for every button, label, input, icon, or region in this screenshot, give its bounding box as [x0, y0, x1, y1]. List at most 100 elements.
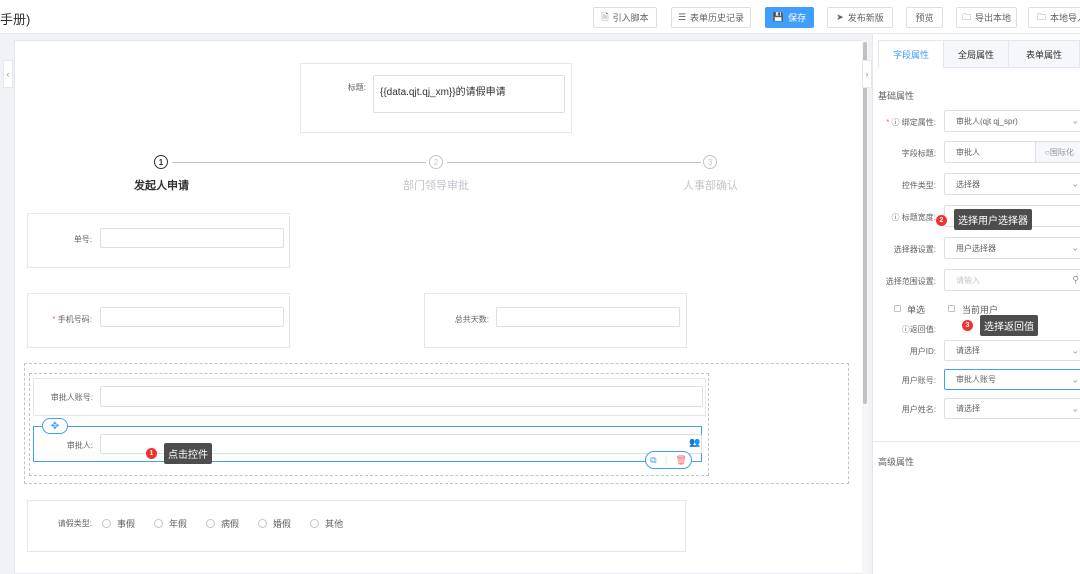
annotation-tooltip-2: 选择用户选择器 — [954, 209, 1032, 230]
title-width-label: ⓘ 标题宽度: — [891, 213, 936, 222]
copy-icon[interactable]: ⧉ — [650, 455, 656, 466]
tab-global-properties[interactable]: 全局属性 — [943, 40, 1009, 68]
user-id-select[interactable]: 请选择 ⌄ — [944, 340, 1080, 361]
scope-input[interactable]: 请输入 ⚲ — [944, 269, 1080, 291]
leave-type-option-label: 病假 — [221, 518, 240, 529]
user-icon: ⚲ — [1072, 274, 1079, 285]
user-name-select[interactable]: 请选择 ⌄ — [944, 398, 1080, 419]
leave-type-option-label: 其他 — [325, 518, 344, 529]
save-button[interactable]: 💾 保存 — [765, 7, 814, 28]
field-title-input[interactable]: 审批人 — [944, 141, 1036, 163]
step-2-circle: 2 — [429, 155, 443, 169]
leave-type-option[interactable]: 病假 — [206, 517, 239, 530]
approver-label: 审批人: — [66, 441, 93, 450]
users-icon[interactable]: 👥 — [689, 437, 700, 448]
i18n-button[interactable]: ○ 国际化 — [1035, 141, 1080, 163]
chevron-down-icon: ⌄ — [1071, 403, 1079, 413]
current-user-checkbox[interactable] — [948, 305, 955, 312]
approver-account-input[interactable] — [100, 386, 703, 407]
radio-button[interactable] — [154, 518, 164, 528]
leave-type-option[interactable]: 婚假 — [258, 517, 291, 530]
delete-icon[interactable]: 🗑 — [675, 455, 686, 466]
radio-button[interactable] — [310, 518, 320, 528]
field-title-label: 字段标题: — [901, 149, 936, 158]
leave-type-option-label: 事假 — [117, 518, 136, 529]
annotation-badge-3: 3 — [962, 320, 973, 331]
bind-attr-select[interactable]: 审批人(qjt qj_spr) ⌄ — [944, 110, 1080, 132]
leave-type-label: 请假类型: — [57, 519, 92, 528]
move-icon: ✥ — [50, 420, 60, 432]
field-actions: ⧉ | 🗑 — [645, 451, 692, 469]
phone-label: * 手机号码: — [52, 315, 92, 324]
help-icon: ⓘ — [891, 213, 900, 222]
chevron-right-icon: › — [865, 69, 869, 79]
step-1-circle: 1 — [154, 155, 168, 169]
advanced-section-title: 高级属性 — [878, 457, 915, 467]
folder-icon: 🗀 — [961, 11, 971, 22]
leave-type-option[interactable]: 年假 — [154, 517, 187, 530]
chevron-down-icon: ⌄ — [1071, 242, 1079, 253]
leave-type-radio-group: 事假 年假 病假 婚假 其他 — [102, 517, 362, 529]
user-account-label: 用户账号: — [901, 376, 936, 385]
chevron-down-icon: ⌄ — [1071, 374, 1079, 384]
annotation-badge-1: 1 — [146, 448, 157, 459]
step-1-label: 发起人申请 — [134, 180, 189, 192]
order-no-input[interactable] — [100, 228, 284, 248]
publish-button[interactable]: ➤ 发布新版 — [827, 7, 893, 28]
export-local-button[interactable]: 🗀 导出本地 — [956, 7, 1017, 28]
drag-move-handle[interactable]: ✥ — [42, 418, 68, 434]
scope-label: 选择范围设置: — [885, 277, 936, 286]
collapse-left-button[interactable]: ‹ — [3, 60, 13, 88]
bind-attr-label: * ⓘ 绑定属性: — [886, 118, 936, 127]
help-icon: ⓘ — [901, 325, 910, 334]
annotation-tooltip-3: 选择返回值 — [980, 315, 1038, 336]
collapse-right-button[interactable]: › — [862, 60, 872, 88]
phone-input[interactable] — [100, 307, 284, 327]
order-no-label: 单号: — [73, 235, 92, 244]
user-account-select[interactable]: 审批人账号 ⌄ — [944, 369, 1080, 390]
total-days-input[interactable] — [496, 307, 680, 327]
step-2-label: 部门领导审批 — [403, 180, 469, 192]
list-icon: ☰ — [677, 12, 687, 22]
return-value-label: ⓘ返回值: — [901, 325, 936, 334]
title-input[interactable]: {{data.qjt.qj_xm}}的请假申请 — [373, 75, 565, 113]
divider — [872, 441, 1080, 442]
step-3-label: 人事部确认 — [683, 180, 738, 192]
import-script-button[interactable]: 🗎 引入脚本 — [593, 7, 657, 28]
folder-icon: 🗀 — [1037, 11, 1047, 22]
chevron-down-icon: ⌄ — [1071, 178, 1079, 189]
step-connector — [447, 162, 701, 163]
import-local-button[interactable]: 🗀 本地导入 — [1028, 7, 1080, 28]
control-type-label: 控件类型: — [901, 181, 936, 190]
chevron-left-icon: ‹ — [6, 69, 10, 79]
radio-button[interactable] — [258, 518, 268, 528]
tab-field-properties[interactable]: 字段属性 — [878, 40, 944, 68]
canvas-scrollbar-thumb[interactable] — [863, 42, 867, 404]
radio-button[interactable] — [206, 518, 216, 528]
preview-button[interactable]: 预览 — [906, 7, 943, 28]
selector-setting-label: 选择器设置: — [893, 245, 936, 254]
divider: | — [664, 455, 668, 465]
leave-type-option-label: 年假 — [169, 518, 188, 529]
control-type-select[interactable]: 选择器 ⌄ — [944, 173, 1080, 195]
tab-form-properties[interactable]: 表单属性 — [1008, 40, 1080, 68]
save-icon: 💾 — [772, 12, 785, 22]
help-icon: ⓘ — [891, 118, 900, 127]
leave-type-option-label: 婚假 — [273, 518, 292, 529]
chevron-down-icon: ⌄ — [1071, 345, 1079, 355]
single-select-label: 单选 — [907, 305, 926, 315]
step-3-circle: 3 — [703, 155, 717, 169]
basic-section-title: 基础属性 — [878, 91, 915, 101]
form-history-button[interactable]: ☰ 表单历史记录 — [671, 7, 751, 28]
leave-type-option[interactable]: 事假 — [102, 517, 135, 530]
chevron-down-icon: ⌄ — [1071, 115, 1079, 126]
selector-setting-select[interactable]: 用户选择器 ⌄ — [944, 237, 1080, 259]
approver-account-label: 审批人账号: — [50, 393, 93, 402]
step-connector — [172, 162, 426, 163]
leave-type-option[interactable]: 其他 — [310, 517, 343, 530]
user-name-label: 用户姓名: — [901, 405, 936, 414]
single-select-checkbox[interactable] — [894, 305, 901, 312]
file-icon: 🗎 — [601, 11, 609, 22]
radio-button[interactable] — [102, 518, 111, 528]
page-title: 手册) — [0, 12, 31, 27]
